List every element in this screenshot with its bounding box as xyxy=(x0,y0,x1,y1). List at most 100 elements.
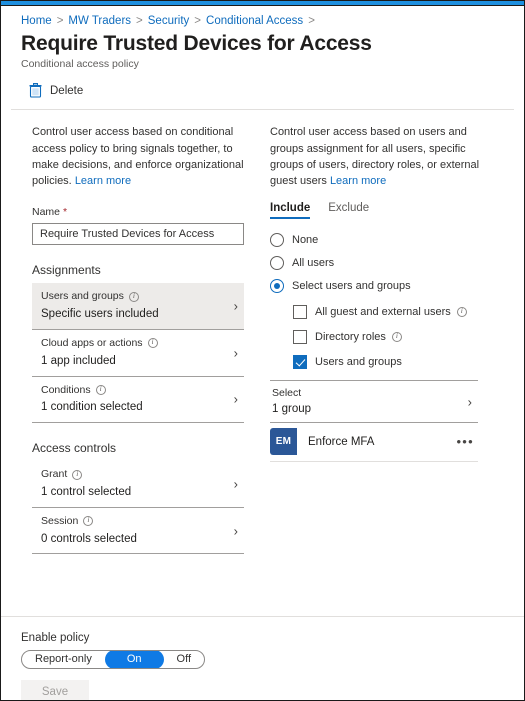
checkbox-label-text: Directory roles xyxy=(315,331,386,344)
nav-row-title: Grant xyxy=(41,467,244,482)
delete-button-label: Delete xyxy=(50,84,84,97)
toggle-option-on[interactable]: On xyxy=(104,651,164,668)
nav-row-value: 1 condition selected xyxy=(41,401,143,414)
checkbox-users-and-groups[interactable]: Users and groups xyxy=(293,355,492,370)
info-icon[interactable] xyxy=(128,291,139,302)
radio-icon-selected xyxy=(270,279,284,294)
info-icon[interactable] xyxy=(391,331,402,343)
name-input[interactable] xyxy=(32,223,244,246)
nav-row-title: Cloud apps or actions xyxy=(41,336,244,351)
checkbox-directory-roles[interactable]: Directory roles xyxy=(293,330,492,345)
nav-row-title-text: Conditions xyxy=(41,383,91,396)
access-controls-heading: Access controls xyxy=(32,441,117,456)
nav-row-title: Users and groups xyxy=(41,289,244,304)
info-icon[interactable] xyxy=(95,384,106,395)
chevron-right-icon: › xyxy=(233,476,238,492)
right-intro-text: Control user access based on users and g… xyxy=(270,124,492,189)
toggle-option-report-only[interactable]: Report-only xyxy=(22,651,105,668)
nav-row-value: 1 app included xyxy=(41,354,116,367)
content-area: Home > MW Traders > Security > Conditional Acc… xyxy=(1,6,524,700)
breadcrumb: Home > MW Traders > Security > Conditional Acc… xyxy=(1,6,524,29)
enable-policy-label: Enable policy xyxy=(21,632,90,644)
select-block: Select 1 group › EM Enforce MFA ••• xyxy=(270,380,478,463)
checkbox-label: All guest and external users xyxy=(315,306,467,318)
chevron-right-icon: › xyxy=(233,298,238,314)
nav-row-value: Specific users included xyxy=(41,308,159,320)
checkbox-group: All guest and external users Directory r… xyxy=(293,305,492,370)
breadcrumb-separator: > xyxy=(194,15,202,27)
trash-icon xyxy=(29,83,42,98)
name-field-label: Name * xyxy=(32,206,257,218)
command-bar: Delete xyxy=(1,70,524,109)
breadcrumb-item-mw-traders[interactable]: MW Traders xyxy=(68,15,131,27)
page-title: Require Trusted Devices for Access xyxy=(21,32,372,55)
breadcrumb-item-security[interactable]: Security xyxy=(148,15,190,27)
chevron-right-icon: › xyxy=(233,523,238,539)
select-row-value: 1 group xyxy=(272,403,312,416)
right-column: Control user access based on users and g… xyxy=(257,124,492,463)
radio-option-all-users[interactable]: All users xyxy=(270,256,492,271)
checkbox-all-guest-and-external-users[interactable]: All guest and external users xyxy=(293,305,492,320)
radio-option-select-users-and-groups[interactable]: Select users and groups xyxy=(270,279,492,294)
info-icon[interactable] xyxy=(72,469,83,480)
right-learn-more-link[interactable]: Learn more xyxy=(330,175,386,187)
breadcrumb-separator: > xyxy=(56,15,64,27)
nav-row-session[interactable]: Session 0 controls selected › xyxy=(32,508,244,555)
breadcrumb-separator: > xyxy=(308,15,315,27)
radio-label: Select users and groups xyxy=(292,280,411,293)
nav-row-users-and-groups[interactable]: Users and groups Specific users included… xyxy=(32,283,244,330)
save-button[interactable]: Save xyxy=(21,680,89,700)
checkbox-label: Directory roles xyxy=(315,331,402,343)
tab-exclude[interactable]: Exclude xyxy=(328,202,369,219)
breadcrumb-item-home[interactable]: Home xyxy=(21,15,52,27)
left-intro-text: Control user access based on conditional… xyxy=(32,124,257,189)
enable-policy-toggle[interactable]: Report-only On Off xyxy=(21,650,206,669)
toggle-option-off[interactable]: Off xyxy=(164,651,204,668)
checkbox-icon xyxy=(293,330,307,345)
assignments-heading: Assignments xyxy=(32,263,101,278)
footer-bar: Enable policy Report-only On Off Save xyxy=(1,616,524,700)
left-column: Control user access based on conditional… xyxy=(1,124,257,555)
include-exclude-tabs: Include Exclude xyxy=(270,202,492,220)
nav-row-value: 1 control selected xyxy=(41,485,132,498)
nav-row-grant[interactable]: Grant 1 control selected › xyxy=(32,461,244,508)
checkbox-label-text: All guest and external users xyxy=(315,306,451,319)
info-icon[interactable] xyxy=(147,337,158,349)
nav-row-title-text: Cloud apps or actions xyxy=(41,336,143,349)
select-row-title: Select xyxy=(272,387,302,400)
nav-row-value: 0 controls selected xyxy=(41,532,137,545)
info-icon[interactable] xyxy=(83,515,94,527)
radio-option-none[interactable]: None xyxy=(270,233,492,248)
checkbox-icon-checked xyxy=(293,355,307,370)
group-name: Enforce MFA xyxy=(308,435,375,448)
nav-row-cloud-apps-or-actions[interactable]: Cloud apps or actions 1 app included › xyxy=(32,330,244,377)
breadcrumb-item-conditional-access[interactable]: Conditional Access xyxy=(206,15,303,27)
policy-window: Home > MW Traders > Security > Conditional Acc… xyxy=(0,0,525,701)
body-columns: Control user access based on conditional… xyxy=(1,110,524,616)
more-options-icon[interactable]: ••• xyxy=(456,435,478,448)
group-list-item[interactable]: EM Enforce MFA ••• xyxy=(270,423,478,463)
avatar: EM xyxy=(270,428,297,456)
delete-button[interactable]: Delete xyxy=(25,81,87,100)
chevron-right-icon: › xyxy=(233,391,238,407)
left-learn-more-link[interactable]: Learn more xyxy=(75,175,131,187)
name-label-text: Name xyxy=(32,206,61,219)
nav-row-title-text: Users and groups xyxy=(41,290,124,303)
chevron-right-icon: › xyxy=(467,394,472,410)
required-marker: * xyxy=(62,206,68,219)
info-icon[interactable] xyxy=(456,306,467,318)
breadcrumb-separator: > xyxy=(136,15,143,27)
radio-label: None xyxy=(292,234,319,247)
chevron-right-icon: › xyxy=(233,345,238,361)
tab-include[interactable]: Include xyxy=(270,202,311,220)
page-subtitle: Conditional access policy xyxy=(21,58,139,71)
select-row[interactable]: Select 1 group › xyxy=(270,380,478,424)
nav-row-title-text: Grant xyxy=(41,468,68,481)
nav-row-title: Session xyxy=(41,514,244,529)
nav-row-title: Conditions xyxy=(41,383,244,398)
checkbox-icon xyxy=(293,305,307,320)
radio-icon xyxy=(270,256,284,271)
left-intro-body: Control user access based on conditional… xyxy=(32,126,244,188)
nav-row-conditions[interactable]: Conditions 1 condition selected › xyxy=(32,377,244,424)
nav-row-title-text: Session xyxy=(41,514,79,527)
